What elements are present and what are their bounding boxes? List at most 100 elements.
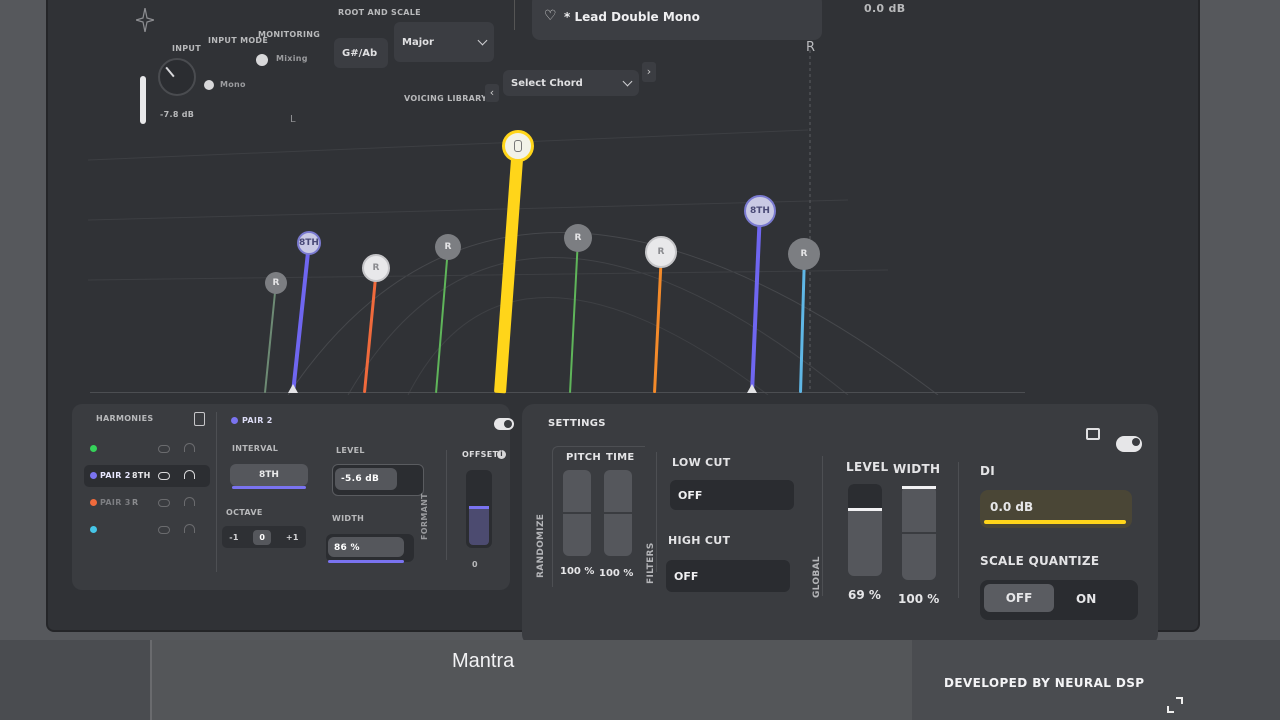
- voice-main-handle[interactable]: [502, 130, 534, 162]
- voice-handle[interactable]: R: [564, 224, 592, 252]
- headphones-icon[interactable]: [184, 524, 195, 533]
- scale-quantize-off[interactable]: OFF: [984, 584, 1054, 612]
- app-name: Mantra: [452, 650, 515, 672]
- headphones-icon[interactable]: [184, 470, 195, 479]
- pair-color-dot: [90, 445, 97, 452]
- pair-color-dot: [90, 526, 97, 533]
- interval-value: 8TH: [259, 470, 279, 480]
- voice-handle[interactable]: R: [265, 272, 287, 294]
- width-indicator: [328, 560, 404, 563]
- global-divider: [822, 456, 823, 596]
- info-icon[interactable]: i: [497, 450, 506, 459]
- voice-handle[interactable]: 8TH: [744, 195, 776, 227]
- octave-label: OCTAVE: [226, 508, 263, 517]
- voice-stems: R 8TH R R R R 8TH R: [0, 0, 1280, 400]
- global-width-label: WIDTH: [893, 462, 941, 476]
- interval-label: INTERVAL: [232, 444, 279, 453]
- high-cut-label: HIGH CUT: [668, 534, 731, 547]
- level-slider[interactable]: -5.6 dB: [332, 464, 424, 496]
- pair-list: PAIR 2 8TH PAIR 3R: [84, 438, 214, 548]
- pitch-label: PITCH: [566, 452, 602, 463]
- pitch-value: 100 %: [560, 566, 595, 577]
- formant-label: FORMANT: [420, 493, 429, 540]
- link-icon[interactable]: [158, 472, 170, 480]
- level-value: -5.6 dB: [341, 474, 380, 484]
- low-cut-value: OFF: [678, 488, 703, 502]
- pair-color-dot: [231, 417, 238, 424]
- harmonies-title: HARMONIES: [96, 414, 154, 423]
- pair-enable-toggle[interactable]: [494, 418, 514, 430]
- filters-divider: [656, 452, 657, 572]
- settings-title: SETTINGS: [548, 418, 606, 429]
- lock-icon[interactable]: [1086, 428, 1100, 440]
- voice-stem: [435, 246, 449, 394]
- voice-handle[interactable]: R: [435, 234, 461, 260]
- randomize-label: RANDOMIZE: [536, 513, 546, 578]
- voice-handle[interactable]: R: [645, 236, 677, 268]
- scale-quantize-label: SCALE QUANTIZE: [980, 554, 1100, 568]
- level-label: LEVEL: [336, 446, 365, 455]
- pair-row[interactable]: PAIR 3R: [84, 492, 210, 514]
- link-icon[interactable]: [158, 445, 170, 453]
- time-slider[interactable]: [604, 470, 632, 556]
- formant-divider: [446, 450, 447, 560]
- global-width-slider[interactable]: [902, 486, 936, 580]
- width-value: 86 %: [334, 543, 360, 553]
- global-width-value: 100 %: [898, 592, 940, 606]
- global-level-label: LEVEL: [846, 460, 889, 474]
- pair-row[interactable]: [84, 519, 210, 541]
- voice-stem: [750, 210, 762, 394]
- low-cut-field[interactable]: OFF: [670, 480, 794, 510]
- scale-quantize-on[interactable]: ON: [1076, 592, 1096, 606]
- pair-color-dot: [90, 499, 97, 506]
- time-label: TIME: [606, 452, 635, 463]
- global-label: GLOBAL: [812, 556, 822, 598]
- voice-stem: [362, 267, 378, 394]
- voice-handle[interactable]: 8TH: [297, 231, 321, 255]
- offset-fill: [469, 509, 489, 545]
- global-width-handle: [902, 486, 936, 489]
- headphones-icon[interactable]: [184, 497, 195, 506]
- interval-select[interactable]: 8TH: [230, 464, 308, 486]
- resize-icon[interactable]: [1166, 696, 1184, 714]
- voice-position-marker: [288, 384, 298, 393]
- developer-credit: DEVELOPED BY NEURAL DSP: [944, 676, 1145, 690]
- global-level-slider[interactable]: [848, 484, 882, 576]
- high-cut-value: OFF: [674, 569, 699, 583]
- offset-slider[interactable]: [466, 470, 492, 548]
- pair-label: PAIR 2: [100, 471, 131, 480]
- clipboard-icon[interactable]: [194, 412, 205, 426]
- global-level-handle: [848, 508, 882, 511]
- selected-pair-title: PAIR 2: [242, 416, 273, 425]
- octave-selector: -1 0 +1: [222, 526, 306, 548]
- settings-enable-toggle[interactable]: [1116, 436, 1142, 452]
- di-label: DI: [980, 464, 996, 478]
- harmony-divider: [216, 412, 217, 572]
- footer-center: [150, 640, 912, 720]
- voice-position-marker: [747, 384, 757, 393]
- pitch-slider[interactable]: [563, 470, 591, 556]
- link-icon[interactable]: [158, 499, 170, 507]
- pair-row[interactable]: PAIR 2 8TH: [84, 465, 210, 487]
- octave-plus-option[interactable]: +1: [286, 533, 299, 542]
- headphones-icon[interactable]: [184, 443, 195, 452]
- voice-stem: [798, 253, 806, 394]
- high-cut-field[interactable]: OFF: [666, 560, 790, 592]
- voice-handle[interactable]: R: [362, 254, 390, 282]
- voice-stem: [494, 145, 524, 394]
- di-slider[interactable]: 0.0 dB: [980, 490, 1132, 528]
- voice-handle[interactable]: R: [788, 238, 820, 270]
- width-slider[interactable]: 86 %: [326, 534, 414, 562]
- global-level-top: [848, 484, 882, 508]
- pair-row[interactable]: [84, 438, 210, 460]
- interval-indicator: [232, 486, 306, 489]
- pair-label: PAIR 3: [100, 498, 131, 507]
- link-icon[interactable]: [158, 526, 170, 534]
- octave-minus-option[interactable]: -1: [229, 533, 239, 542]
- microphone-icon: [514, 140, 522, 152]
- voice-stem: [569, 237, 579, 394]
- di-fill: [984, 520, 1126, 524]
- octave-zero-option[interactable]: 0: [253, 529, 272, 545]
- voice-stem: [264, 282, 277, 394]
- offset-value: 0: [472, 560, 478, 569]
